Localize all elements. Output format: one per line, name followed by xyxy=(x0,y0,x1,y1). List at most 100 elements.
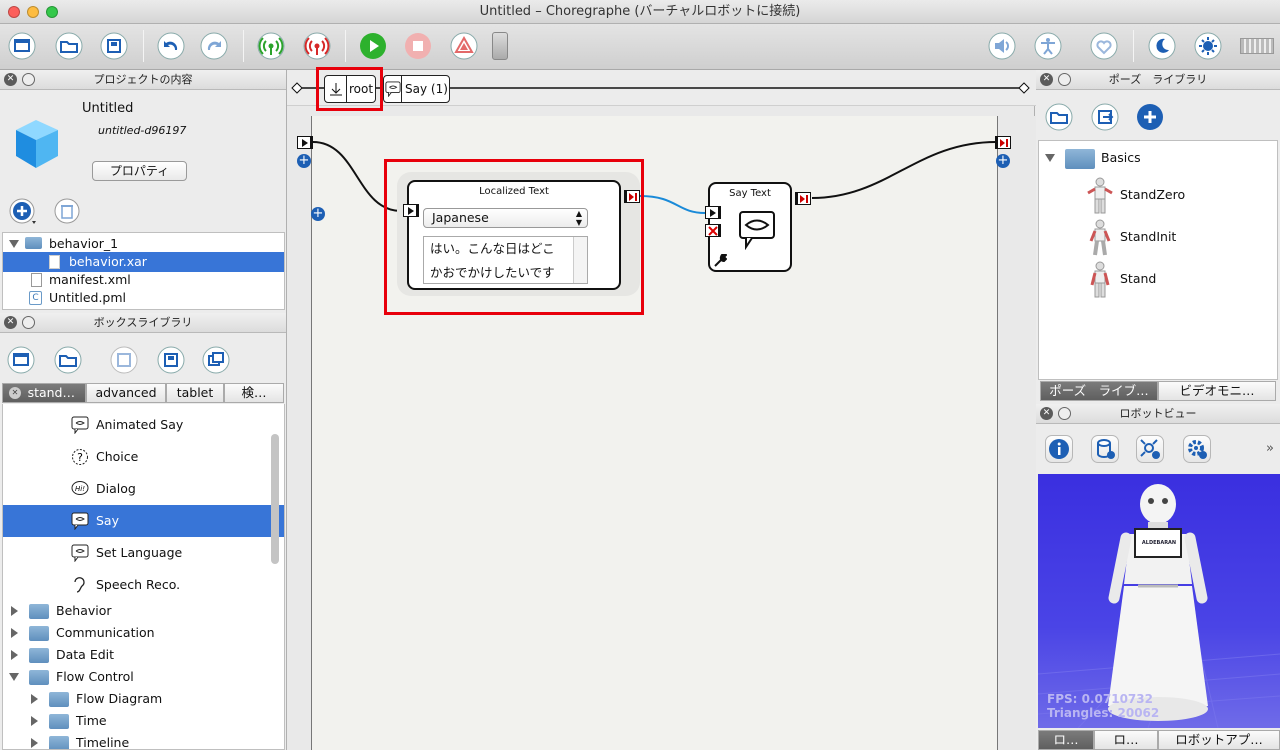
close-panel-icon[interactable]: ✕ xyxy=(4,73,17,86)
properties-button[interactable]: プロパティ xyxy=(92,161,187,181)
connect-icon[interactable] xyxy=(257,32,285,60)
new-project-icon[interactable] xyxy=(8,32,36,60)
folder-icon xyxy=(49,692,69,707)
debug-icon[interactable] xyxy=(450,32,478,60)
box-item-speech-reco[interactable]: Speech Reco. xyxy=(3,574,284,596)
box-item-choice[interactable]: ? Choice xyxy=(3,446,284,468)
flow-diagram-canvas[interactable]: root Say (1) + + + Localized Text Japane… xyxy=(286,67,1036,750)
box-item-animated-say[interactable]: Animated Say xyxy=(3,414,284,436)
export-pose-icon[interactable] xyxy=(1091,103,1119,131)
undo-icon[interactable] xyxy=(157,32,185,60)
tree-folder-flow-diagram[interactable]: Flow Diagram xyxy=(3,689,284,709)
say-output[interactable] xyxy=(795,192,811,205)
file-icon xyxy=(49,255,60,269)
new-library-icon[interactable] xyxy=(7,346,35,374)
box-item-say[interactable]: Say xyxy=(3,505,284,537)
box-library-tree: Animated Say ? Choice Hi! Dialog Say Set… xyxy=(2,404,285,750)
pose-standzero[interactable]: StandZero xyxy=(1039,177,1277,214)
volume-slider-handle[interactable] xyxy=(492,32,508,60)
motion-view-button[interactable] xyxy=(1136,435,1164,463)
disconnect-icon[interactable] xyxy=(303,32,331,60)
tab-standard[interactable]: ✕ stand… xyxy=(2,383,86,403)
play-icon[interactable] xyxy=(359,32,387,60)
tree-folder-flow-control[interactable]: Flow Control xyxy=(3,667,284,687)
more-chevron-icon[interactable]: » xyxy=(1266,441,1274,456)
delete-file-button[interactable] xyxy=(52,197,82,230)
wake-up-icon[interactable] xyxy=(1194,32,1222,60)
stop-icon[interactable] xyxy=(404,32,432,60)
tab-video-monitor[interactable]: ビデオモニ… xyxy=(1158,381,1276,401)
add-pose-icon[interactable] xyxy=(1136,103,1164,131)
minimize-window-button[interactable] xyxy=(27,6,39,18)
file-icon xyxy=(31,273,42,287)
close-panel-icon[interactable]: ✕ xyxy=(1040,73,1053,86)
float-panel-icon[interactable] xyxy=(22,316,35,329)
open-pose-icon[interactable] xyxy=(1045,103,1073,131)
say-onstop-input[interactable] xyxy=(705,224,721,237)
tree-row-pml[interactable]: C Untitled.pml xyxy=(3,288,284,308)
pose-tree: Basics StandZero StandInit Stand xyxy=(1038,140,1278,380)
behavior-onstart-input[interactable] xyxy=(297,136,313,149)
import-library-icon[interactable] xyxy=(202,346,230,374)
robot-3d-scene xyxy=(1038,484,1280,728)
close-tab-icon[interactable]: ✕ xyxy=(9,387,21,399)
pose-folder-basics[interactable]: Basics xyxy=(1039,147,1277,169)
tree-folder-communication[interactable]: Communication xyxy=(3,623,284,643)
close-window-button[interactable] xyxy=(8,6,20,18)
heart-icon[interactable] xyxy=(1090,32,1118,60)
close-panel-icon[interactable]: ✕ xyxy=(1040,407,1053,420)
wrench-icon[interactable] xyxy=(713,254,727,268)
breadcrumb-say[interactable]: Say (1) xyxy=(383,75,450,103)
float-panel-icon[interactable] xyxy=(1058,73,1071,86)
pose-panel-tabs: ポーズ ライブ… ビデオモニ… xyxy=(1040,381,1276,401)
dialog-icon: Hi! xyxy=(71,481,89,495)
cylinder-icon xyxy=(1097,439,1115,459)
tree-row-manifest[interactable]: manifest.xml xyxy=(3,270,284,290)
robot-settings-button[interactable] xyxy=(1183,435,1211,463)
behavior-onstopped-output[interactable] xyxy=(995,136,1011,149)
folder-icon xyxy=(49,736,69,749)
robot-posture-icon[interactable] xyxy=(1034,32,1062,60)
box-item-dialog[interactable]: Hi! Dialog xyxy=(3,478,284,500)
box-library-scrollbar[interactable] xyxy=(271,434,279,564)
add-input-icon[interactable]: + xyxy=(297,154,311,168)
open-library-icon[interactable] xyxy=(54,346,82,374)
view-mode-button[interactable] xyxy=(1091,435,1119,463)
add-output-icon[interactable]: + xyxy=(996,154,1010,168)
float-panel-icon[interactable] xyxy=(22,73,35,86)
speaker-icon[interactable] xyxy=(988,32,1016,60)
open-project-icon[interactable] xyxy=(55,32,83,60)
rest-moon-icon[interactable] xyxy=(1148,32,1176,60)
tab-robot-applications[interactable]: ロボットアプ… xyxy=(1158,730,1280,750)
float-panel-icon[interactable] xyxy=(1058,407,1071,420)
zoom-window-button[interactable] xyxy=(46,6,58,18)
ear-icon xyxy=(74,577,85,593)
box-item-set-language[interactable]: Set Language xyxy=(3,542,284,564)
diagram-area: + + + Localized Text Japanese ▲ ▼ はい。こんな日… xyxy=(287,116,1036,750)
save-as-library-icon[interactable] xyxy=(157,346,185,374)
tab-pose-library[interactable]: ポーズ ライブ… xyxy=(1040,381,1158,401)
project-name: Untitled xyxy=(82,101,134,116)
tree-row-behavior-folder[interactable]: behavior_1 xyxy=(3,234,284,254)
tab-tablet[interactable]: tablet xyxy=(166,383,224,403)
add-parameter-icon[interactable]: + xyxy=(311,207,325,221)
close-panel-icon[interactable]: ✕ xyxy=(4,316,17,329)
pose-stand[interactable]: Stand xyxy=(1039,261,1277,298)
tab-search[interactable]: 検… xyxy=(224,383,284,403)
redo-icon[interactable] xyxy=(200,32,228,60)
tree-folder-time[interactable]: Time xyxy=(3,711,284,731)
robot-3d-view[interactable]: ALDEBARAN FPS: 0.0710732 Triangles: 2006… xyxy=(1038,474,1280,728)
add-file-button[interactable] xyxy=(8,197,40,230)
save-project-icon[interactable] xyxy=(100,32,128,60)
tab-robot-view[interactable]: ロ… xyxy=(1038,730,1094,750)
tree-folder-data-edit[interactable]: Data Edit xyxy=(3,645,284,665)
tab-robot-2[interactable]: ロ… xyxy=(1094,730,1158,750)
pose-standinit[interactable]: StandInit xyxy=(1039,219,1277,256)
save-library-icon[interactable] xyxy=(110,346,138,374)
say-onstart-input[interactable] xyxy=(705,206,721,219)
tree-row-behavior-xar[interactable]: behavior.xar xyxy=(3,252,284,272)
tab-advanced[interactable]: advanced xyxy=(86,383,166,403)
info-button[interactable] xyxy=(1045,435,1073,463)
tree-folder-timeline[interactable]: Timeline xyxy=(3,733,284,749)
tree-folder-behavior[interactable]: Behavior xyxy=(3,601,284,621)
